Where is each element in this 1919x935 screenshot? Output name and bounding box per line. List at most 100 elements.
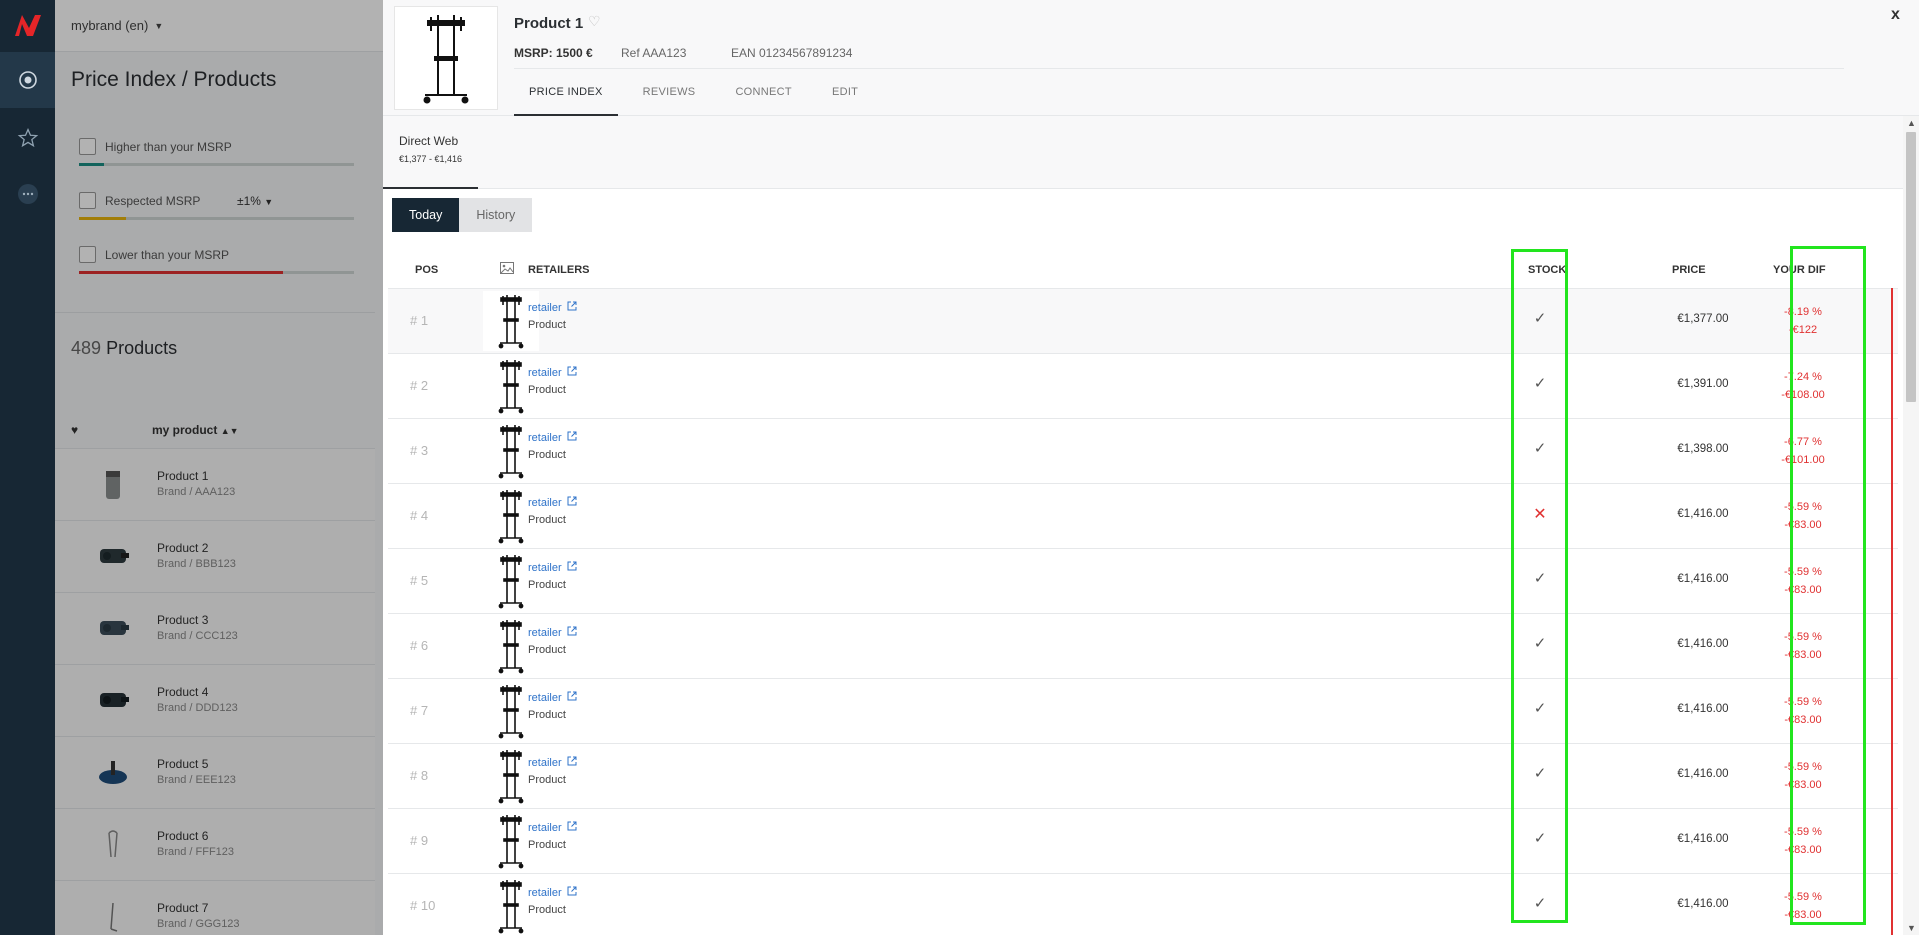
nav-rail [0,0,55,935]
retailer-product: Product [528,514,566,526]
retailer-link[interactable]: retailer [528,301,577,314]
view-toggle: Today History [392,198,533,232]
retailer-price: €1,416.00 [1677,898,1729,910]
table-row: # 2 retailer Product ✓ €1,391.00 -7.24 %… [388,353,1898,418]
external-link-icon [567,821,577,831]
retailer-product: Product [528,579,566,591]
retailer-table: # 1 retailer Product ✓ €1,377.00 -8.19 %… [388,288,1898,935]
retailer-name: retailer [528,887,562,899]
stock-column-highlight [1511,249,1568,923]
retailer-product: Product [528,319,566,331]
nav-favorites[interactable] [0,110,55,166]
retailer-link[interactable]: retailer [528,756,577,769]
retailer-price: €1,398.00 [1677,443,1729,455]
row-position: # 10 [410,898,436,913]
nav-price-index[interactable] [0,52,55,108]
table-row: # 7 retailer Product ✓ €1,416.00 -5.59 %… [388,678,1898,743]
table-row: # 3 retailer Product ✓ €1,398.00 -6.77 %… [388,418,1898,483]
retailer-product: Product [528,449,566,461]
retailer-price: €1,391.00 [1677,378,1729,390]
row-position: # 5 [410,573,429,588]
col-price[interactable]: PRICE [1672,264,1706,276]
table-header: POS RETAILERS STOCK PRICE YOUR DIF [388,252,1888,288]
divider [514,68,1844,69]
retailer-product: Product [528,384,566,396]
table-row: # 10 retailer Product ✓ €1,416.00 -5.59 … [388,873,1898,935]
retailer-name: retailer [528,757,562,769]
retailer-name: retailer [528,302,562,314]
table-row: # 6 retailer Product ✓ €1,416.00 -5.59 %… [388,613,1898,678]
retailer-link[interactable]: retailer [528,821,577,834]
product-thumbnail [394,6,498,110]
msrp-value: MSRP: 1500 € [514,46,593,60]
retailer-link[interactable]: retailer [528,886,577,899]
scrollbar[interactable]: ▲ ▼ [1903,116,1919,935]
retailer-link[interactable]: retailer [528,691,577,704]
product-ean: EAN 01234567891234 [731,46,853,60]
product-detail-panel: Product 1 ♡ MSRP: 1500 € Ref AAA123 EAN … [383,0,1919,935]
row-position: # 2 [410,378,429,393]
product-title: Product 1 [514,15,584,32]
external-link-icon [567,496,577,506]
detail-tabs: PRICE INDEX REVIEWS CONNECT EDIT [514,70,883,116]
channel-range: €1,377 - €1,416 [399,154,463,164]
retailer-price: €1,416.00 [1677,768,1729,780]
favorite-icon[interactable]: ♡ [588,13,601,30]
retailer-link[interactable]: retailer [528,496,577,509]
table-row: # 8 retailer Product ✓ €1,416.00 -5.59 %… [388,743,1898,808]
history-button[interactable]: History [459,198,533,232]
tab-connect[interactable]: CONNECT [720,70,807,116]
scroll-down-icon[interactable]: ▼ [1907,923,1916,933]
retailer-link[interactable]: retailer [528,366,577,379]
close-button[interactable]: x [1891,6,1900,24]
tab-price-index[interactable]: PRICE INDEX [514,70,618,116]
your-dif-column-highlight [1790,246,1866,925]
external-link-icon [567,366,577,376]
product-ref: Ref AAA123 [621,46,687,60]
logo-icon[interactable] [13,12,43,38]
retailer-product: Product [528,839,566,851]
external-link-icon [567,626,577,636]
external-link-icon [567,691,577,701]
modal-backdrop[interactable] [55,0,383,935]
scrollbar-thumb[interactable] [1906,132,1916,402]
external-link-icon [567,431,577,441]
table-row: # 1 retailer Product ✓ €1,377.00 -8.19 %… [388,288,1898,353]
retailer-name: retailer [528,562,562,574]
col-pos[interactable]: POS [415,264,438,276]
row-position: # 8 [410,768,429,783]
retailer-name: retailer [528,627,562,639]
external-link-icon [567,561,577,571]
scroll-up-icon[interactable]: ▲ [1907,118,1916,128]
channel-tabs: Direct Web €1,377 - €1,416 [383,116,1903,189]
retailer-product: Product [528,644,566,656]
retailer-name: retailer [528,497,562,509]
nav-more[interactable] [0,166,55,222]
tab-reviews[interactable]: REVIEWS [628,70,711,116]
table-row: # 4 retailer Product ✕ €1,416.00 -5.59 %… [388,483,1898,548]
retailer-price: €1,416.00 [1677,638,1729,650]
retailer-product: Product [528,774,566,786]
external-link-icon [567,756,577,766]
retailer-link[interactable]: retailer [528,561,577,574]
tv-stand-image [423,15,469,104]
today-button[interactable]: Today [392,198,460,232]
price-indicator-line [1891,288,1893,935]
table-row: # 9 retailer Product ✓ €1,416.00 -5.59 %… [388,808,1898,873]
tab-edit[interactable]: EDIT [817,70,873,116]
retailer-link[interactable]: retailer [528,431,577,444]
col-retailers[interactable]: RETAILERS [528,264,590,276]
star-icon [17,127,38,148]
row-position: # 4 [410,508,429,523]
retailer-name: retailer [528,367,562,379]
row-position: # 1 [410,313,429,328]
external-link-icon [567,886,577,896]
image-icon [500,262,514,277]
retailer-product: Product [528,709,566,721]
retailer-price: €1,377.00 [1677,313,1729,325]
channel-tab-direct-web[interactable]: Direct Web €1,377 - €1,416 [383,116,478,189]
retailer-link[interactable]: retailer [528,626,577,639]
row-position: # 9 [410,833,429,848]
table-row: # 5 retailer Product ✓ €1,416.00 -5.59 %… [388,548,1898,613]
retailer-product: Product [528,904,566,916]
